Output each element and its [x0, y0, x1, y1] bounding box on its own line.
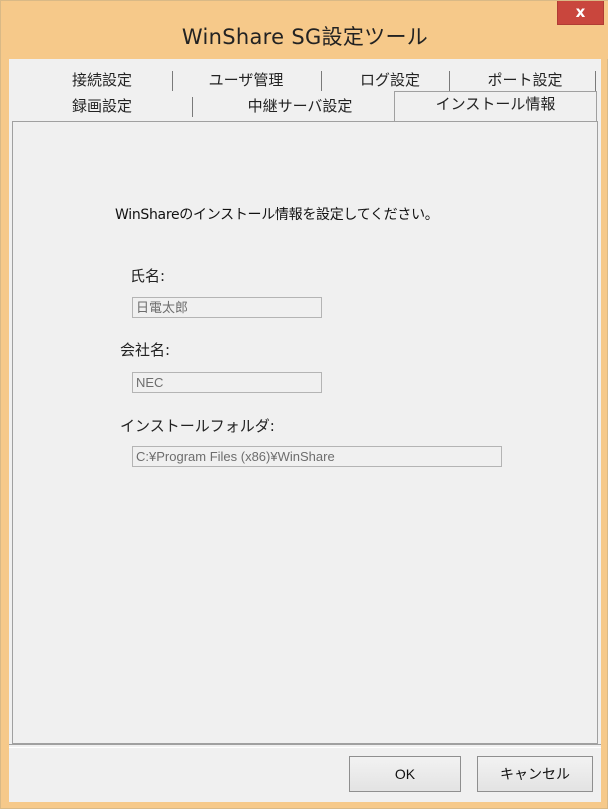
tab-divider: [192, 97, 193, 117]
name-field[interactable]: 日電太郎: [132, 297, 322, 318]
tab-divider: [449, 71, 450, 91]
title-bar[interactable]: WinShare SG設定ツール x: [1, 1, 608, 59]
tab-divider: [595, 71, 596, 91]
tab-log-settings[interactable]: ログ設定: [335, 67, 445, 93]
tab-row-back: 接続設定 ユーザ管理 ログ設定 ポート設定: [9, 67, 601, 93]
dialog-client-area: 接続設定 ユーザ管理 ログ設定 ポート設定 録画設定 中継サーバ設定 インストー…: [9, 59, 601, 802]
tab-row-front: 録画設定 中継サーバ設定 インストール情報: [9, 91, 601, 121]
install-folder-label: インストールフォルダ:: [120, 417, 275, 435]
name-label: 氏名:: [130, 267, 166, 285]
bottom-divider: [9, 744, 601, 748]
tab-divider: [172, 71, 173, 91]
tab-divider: [321, 71, 322, 91]
company-label: 会社名:: [120, 341, 171, 359]
tab-relay-server-settings[interactable]: 中継サーバ設定: [205, 93, 395, 119]
ok-button[interactable]: OK: [349, 756, 461, 792]
tab-user-management[interactable]: ユーザ管理: [191, 67, 301, 93]
tab-install-info[interactable]: インストール情報: [394, 91, 597, 121]
tab-connection-settings[interactable]: 接続設定: [47, 67, 157, 93]
close-button[interactable]: x: [557, 1, 604, 25]
install-info-panel: WinShareのインストール情報を設定してください。 氏名: 日電太郎 会社名…: [12, 121, 598, 744]
install-folder-field[interactable]: C:¥Program Files (x86)¥WinShare: [132, 446, 502, 467]
settings-window: WinShare SG設定ツール x 接続設定 ユーザ管理 ログ設定 ポート設定…: [0, 0, 608, 809]
window-title: WinShare SG設定ツール: [181, 25, 429, 49]
cancel-button[interactable]: キャンセル: [477, 756, 593, 792]
description-text: WinShareのインストール情報を設定してください。: [115, 207, 439, 223]
tab-port-settings[interactable]: ポート設定: [469, 67, 581, 93]
tab-recording-settings[interactable]: 録画設定: [37, 93, 167, 119]
company-field[interactable]: NEC: [132, 372, 322, 393]
